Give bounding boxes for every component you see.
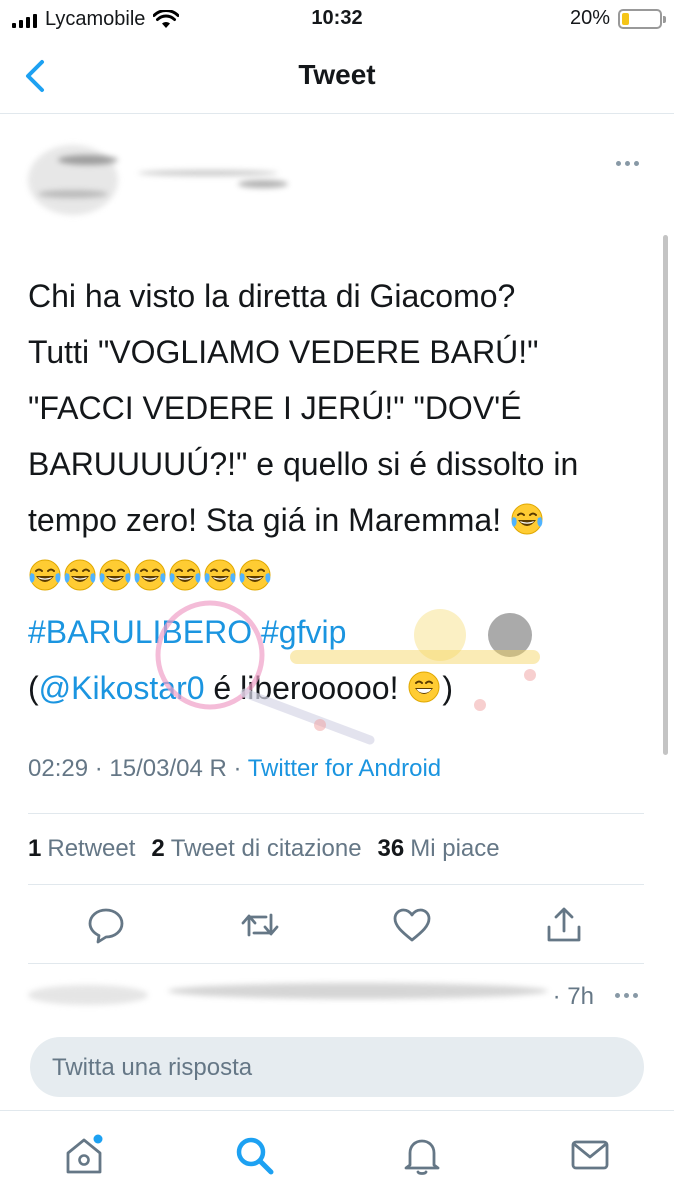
open-paren: (	[28, 670, 39, 706]
tab-search[interactable]	[232, 1133, 276, 1177]
emoji-row	[28, 548, 644, 604]
compose-placeholder: Twitta una risposta	[52, 1054, 253, 1081]
mention-link[interactable]: @Kikostar0	[39, 670, 205, 706]
laugh-emoji-group	[510, 502, 545, 538]
tears-of-joy-emoji	[99, 559, 131, 591]
like-button[interactable]	[392, 905, 432, 945]
nav-bar: Tweet	[0, 40, 674, 114]
retweet-button[interactable]	[240, 905, 280, 945]
quotes-stat[interactable]: 2 Tweet di citazione	[151, 835, 361, 863]
grinning-emoji	[408, 671, 440, 703]
mention-line: (@Kikostar0 é liberooooo! )	[28, 660, 644, 716]
reply-icon	[88, 908, 124, 944]
page-title: Tweet	[298, 59, 376, 90]
tweet-stats: 1 Retweet 2 Tweet di citazione 36 Mi piace	[28, 835, 500, 863]
retweets-count: 1	[28, 835, 42, 862]
likes-stat[interactable]: 36 Mi piace	[378, 835, 500, 863]
tweet-source-link[interactable]: Twitter for Android	[248, 755, 441, 782]
tweet-line: Tutti "VOGLIAMO VEDERE BARÚ!"	[28, 334, 539, 370]
tweet-line: tempo zero! Sta giá in Maremma!	[28, 502, 502, 538]
grin-emoji-group	[407, 670, 442, 706]
tears-of-joy-emoji	[204, 559, 236, 591]
tab-bar	[0, 1110, 674, 1200]
status-bar-right: 20%	[569, 7, 666, 30]
likes-label: Mi piace	[410, 835, 500, 862]
reply-timestamp: · 7h	[552, 983, 594, 1010]
tweet-detail[interactable]: Chi ha visto la diretta di Giacomo? Tutt…	[0, 115, 674, 1035]
tweet-meta: 02:29 · 15/03/04 R · Twitter for Android	[28, 755, 441, 783]
retweets-stat[interactable]: 1 Retweet	[28, 835, 135, 863]
retweet-icon	[241, 913, 279, 937]
status-bar: Lycamobile 10:32 20%	[0, 0, 674, 40]
tweet-line: "FACCI VEDERE I JERÚ!" "DOV'É	[28, 390, 522, 426]
hashtag-line: #BARULIBERO #gfvip	[28, 604, 644, 660]
hashtag-link[interactable]: #BARULIBERO	[28, 614, 252, 650]
tears-of-joy-emoji	[64, 559, 96, 591]
tweet-author-redacted[interactable]	[28, 135, 608, 225]
quotes-label: Tweet di citazione	[170, 835, 362, 862]
reply-preview[interactable]: · 7h	[28, 963, 644, 1023]
likes-count: 36	[377, 835, 405, 862]
tears-of-joy-emoji	[134, 559, 166, 591]
tweet-actions	[28, 887, 644, 963]
tab-messages[interactable]	[568, 1133, 612, 1177]
reply-compose-field[interactable]: Twitta una risposta	[30, 1037, 644, 1097]
tears-of-joy-emoji	[239, 559, 271, 591]
tweet-line: BARUUUUÚ?!" e quello si é dissolto in	[28, 446, 579, 482]
tab-home[interactable]	[62, 1133, 106, 1177]
share-icon	[547, 907, 581, 942]
search-icon	[236, 1137, 274, 1175]
tab-notifications[interactable]	[400, 1133, 444, 1177]
reply-more-button[interactable]	[615, 993, 638, 998]
share-button[interactable]	[544, 905, 584, 945]
mail-icon	[571, 1140, 609, 1170]
close-paren: )	[442, 670, 453, 706]
bell-icon	[404, 1139, 440, 1175]
tears-of-joy-emoji	[511, 503, 543, 535]
quotes-count: 2	[151, 835, 165, 862]
tweet-timestamp: 02:29 · 15/03/04 R ·	[28, 755, 248, 782]
tweet-line: Chi ha visto la diretta di Giacomo?	[28, 278, 516, 314]
battery-percent: 20%	[569, 7, 610, 29]
hashtag-link[interactable]: #gfvip	[261, 614, 346, 650]
tweet-line-with-emoji: tempo zero! Sta giá in Maremma!	[28, 492, 644, 548]
reply-button[interactable]	[86, 905, 126, 945]
more-options-button[interactable]	[616, 155, 646, 171]
retweets-label: Retweet	[47, 835, 136, 862]
tweet-body: Chi ha visto la diretta di Giacomo? Tutt…	[28, 268, 644, 716]
scrollbar[interactable]	[663, 235, 668, 755]
battery-level	[622, 12, 630, 25]
divider	[28, 884, 644, 885]
battery-icon	[618, 8, 666, 29]
home-icon	[66, 1134, 103, 1174]
tears-of-joy-emoji	[169, 559, 201, 591]
mention-text: é liberooooo!	[204, 670, 399, 706]
laugh-emoji-group	[28, 558, 273, 594]
divider	[28, 813, 644, 814]
heart-icon	[393, 908, 431, 942]
tears-of-joy-emoji	[29, 559, 61, 591]
